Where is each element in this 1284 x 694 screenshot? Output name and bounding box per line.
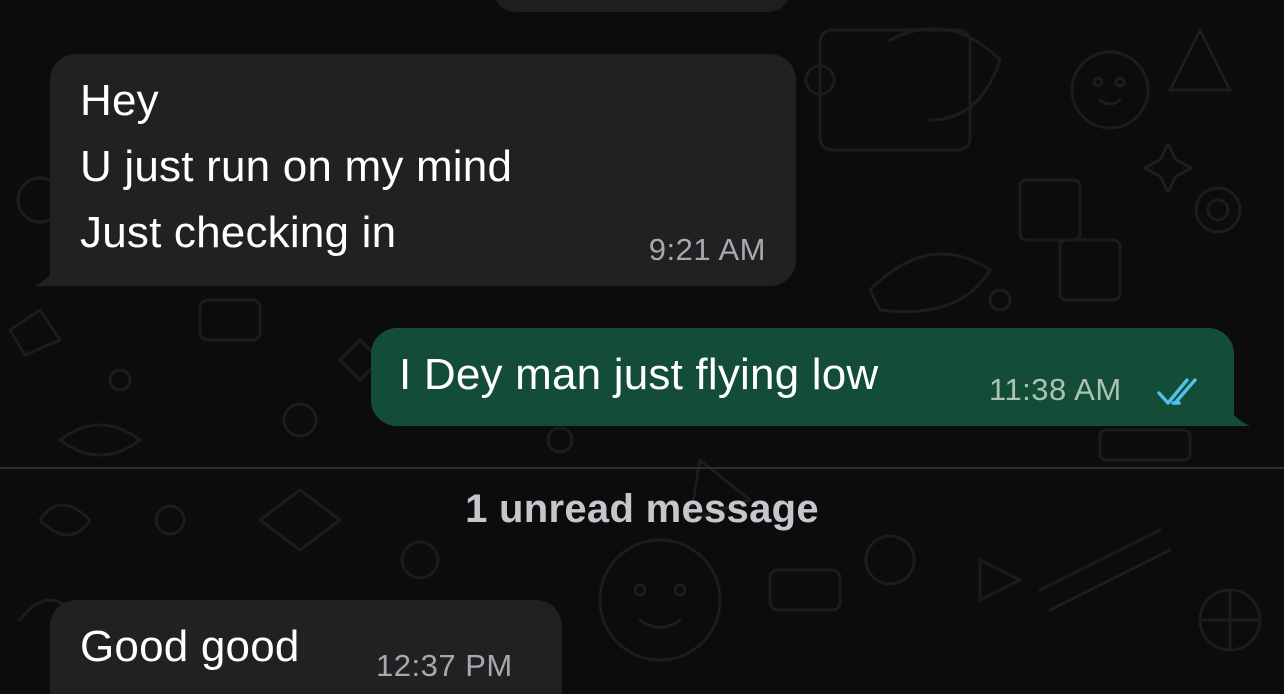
message-timestamp: 11:38 AM	[989, 372, 1122, 407]
message-timestamp: 9:21 AM	[648, 232, 766, 267]
message-timestamp: 12:37 PM	[376, 648, 513, 683]
previous-message-bubble	[494, 0, 790, 12]
chat-view[interactable]: Hey U just run on my mind Just checking …	[0, 0, 1284, 694]
unread-divider-line	[0, 467, 1284, 469]
message-bubble-incoming[interactable]: Hey U just run on my mind Just checking …	[34, 54, 796, 286]
message-bubble-incoming[interactable]: Good good 12:37 PM	[50, 600, 562, 694]
message-line: Just checking in	[80, 208, 397, 257]
unread-messages-label: 1 unread message	[465, 487, 819, 531]
message-bubble-outgoing[interactable]: I Dey man just flying low 11:38 AM	[371, 328, 1250, 426]
message-line: U just run on my mind	[80, 142, 513, 191]
message-text: Good good	[80, 622, 300, 671]
bubble-tail	[1224, 400, 1250, 426]
message-text: I Dey man just flying low	[399, 350, 879, 399]
message-text: Hey U just run on my mind Just checking …	[80, 68, 512, 266]
double-check-icon	[1157, 378, 1197, 405]
bubble-tail	[34, 260, 60, 286]
message-line: Hey	[80, 76, 159, 125]
